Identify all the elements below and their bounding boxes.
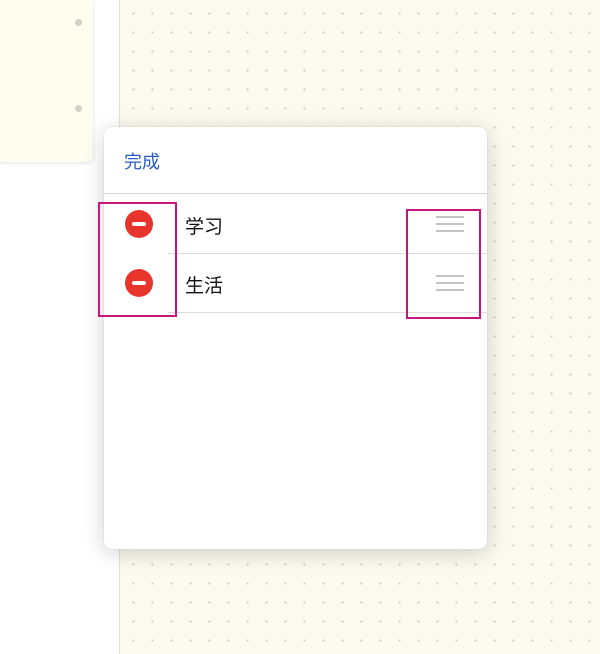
category-edit-popover: 完成 学习 生活: [104, 127, 487, 549]
popover-header: 完成: [104, 127, 487, 194]
note-card[interactable]: [0, 0, 93, 162]
minus-circle-icon[interactable]: [125, 210, 153, 238]
row-divider: [168, 253, 487, 254]
drag-handle-icon[interactable]: [436, 214, 464, 234]
category-label: 生活: [185, 275, 224, 297]
category-row: 学习: [104, 196, 487, 254]
row-divider: [168, 312, 487, 313]
category-row: 生活: [104, 255, 487, 313]
category-label: 学习: [185, 216, 224, 238]
note-dot: [75, 105, 82, 112]
minus-circle-icon[interactable]: [125, 269, 153, 297]
done-button[interactable]: 完成: [124, 148, 160, 174]
drag-handle-icon[interactable]: [436, 273, 464, 293]
note-dot: [75, 19, 82, 26]
